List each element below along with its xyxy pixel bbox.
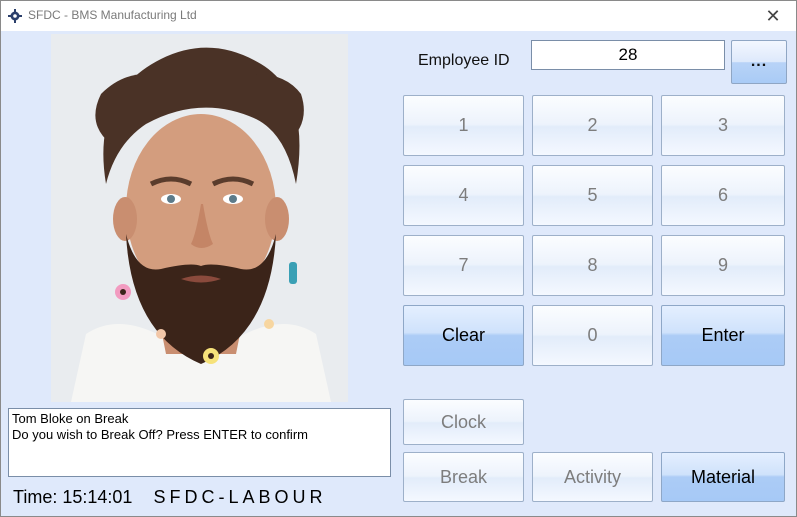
employee-photo [51,34,348,402]
employee-lookup-button[interactable]: ... [731,40,787,84]
close-button[interactable]: ✕ [750,1,796,31]
keypad-8-button[interactable]: 8 [532,235,653,296]
clear-button[interactable]: Clear [403,305,524,366]
keypad-1-button[interactable]: 1 [403,95,524,156]
keypad-5-button[interactable]: 5 [532,165,653,226]
window-title: SFDC - BMS Manufacturing Ltd [28,8,197,22]
app-window: SFDC - BMS Manufacturing Ltd ✕ Employee … [0,0,797,517]
clock-button[interactable]: Clock [403,399,524,445]
close-icon[interactable]: ✕ [765,6,780,27]
keypad-2-button[interactable]: 2 [532,95,653,156]
keypad-0-button[interactable]: 0 [532,305,653,366]
employee-id-label: Employee ID [418,52,510,69]
activity-button[interactable]: Activity [532,452,653,502]
keypad-3-button[interactable]: 3 [661,95,785,156]
keypad-7-button[interactable]: 7 [403,235,524,296]
employee-portrait-image [51,34,348,402]
message-line-1: Tom Bloke on Break [12,411,129,426]
keypad-9-button[interactable]: 9 [661,235,785,296]
status-bar: Time: 15:14:01 SFDC-LABOUR [13,487,326,508]
time-label: Time: [13,487,58,507]
keypad-6-button[interactable]: 6 [661,165,785,226]
enter-button[interactable]: Enter [661,305,785,366]
keypad-4-button[interactable]: 4 [403,165,524,226]
time-value: 15:14:01 [62,487,133,507]
title-bar: SFDC - BMS Manufacturing Ltd ✕ [1,1,796,31]
message-box: Tom Bloke on Break Do you wish to Break … [8,408,391,477]
module-name: SFDC-LABOUR [153,487,327,507]
employee-id-input[interactable]: 28 [531,40,725,70]
break-button[interactable]: Break [403,452,524,502]
gear-icon [8,9,22,23]
message-line-2: Do you wish to Break Off? Press ENTER to… [12,427,308,442]
material-button[interactable]: Material [661,452,785,502]
